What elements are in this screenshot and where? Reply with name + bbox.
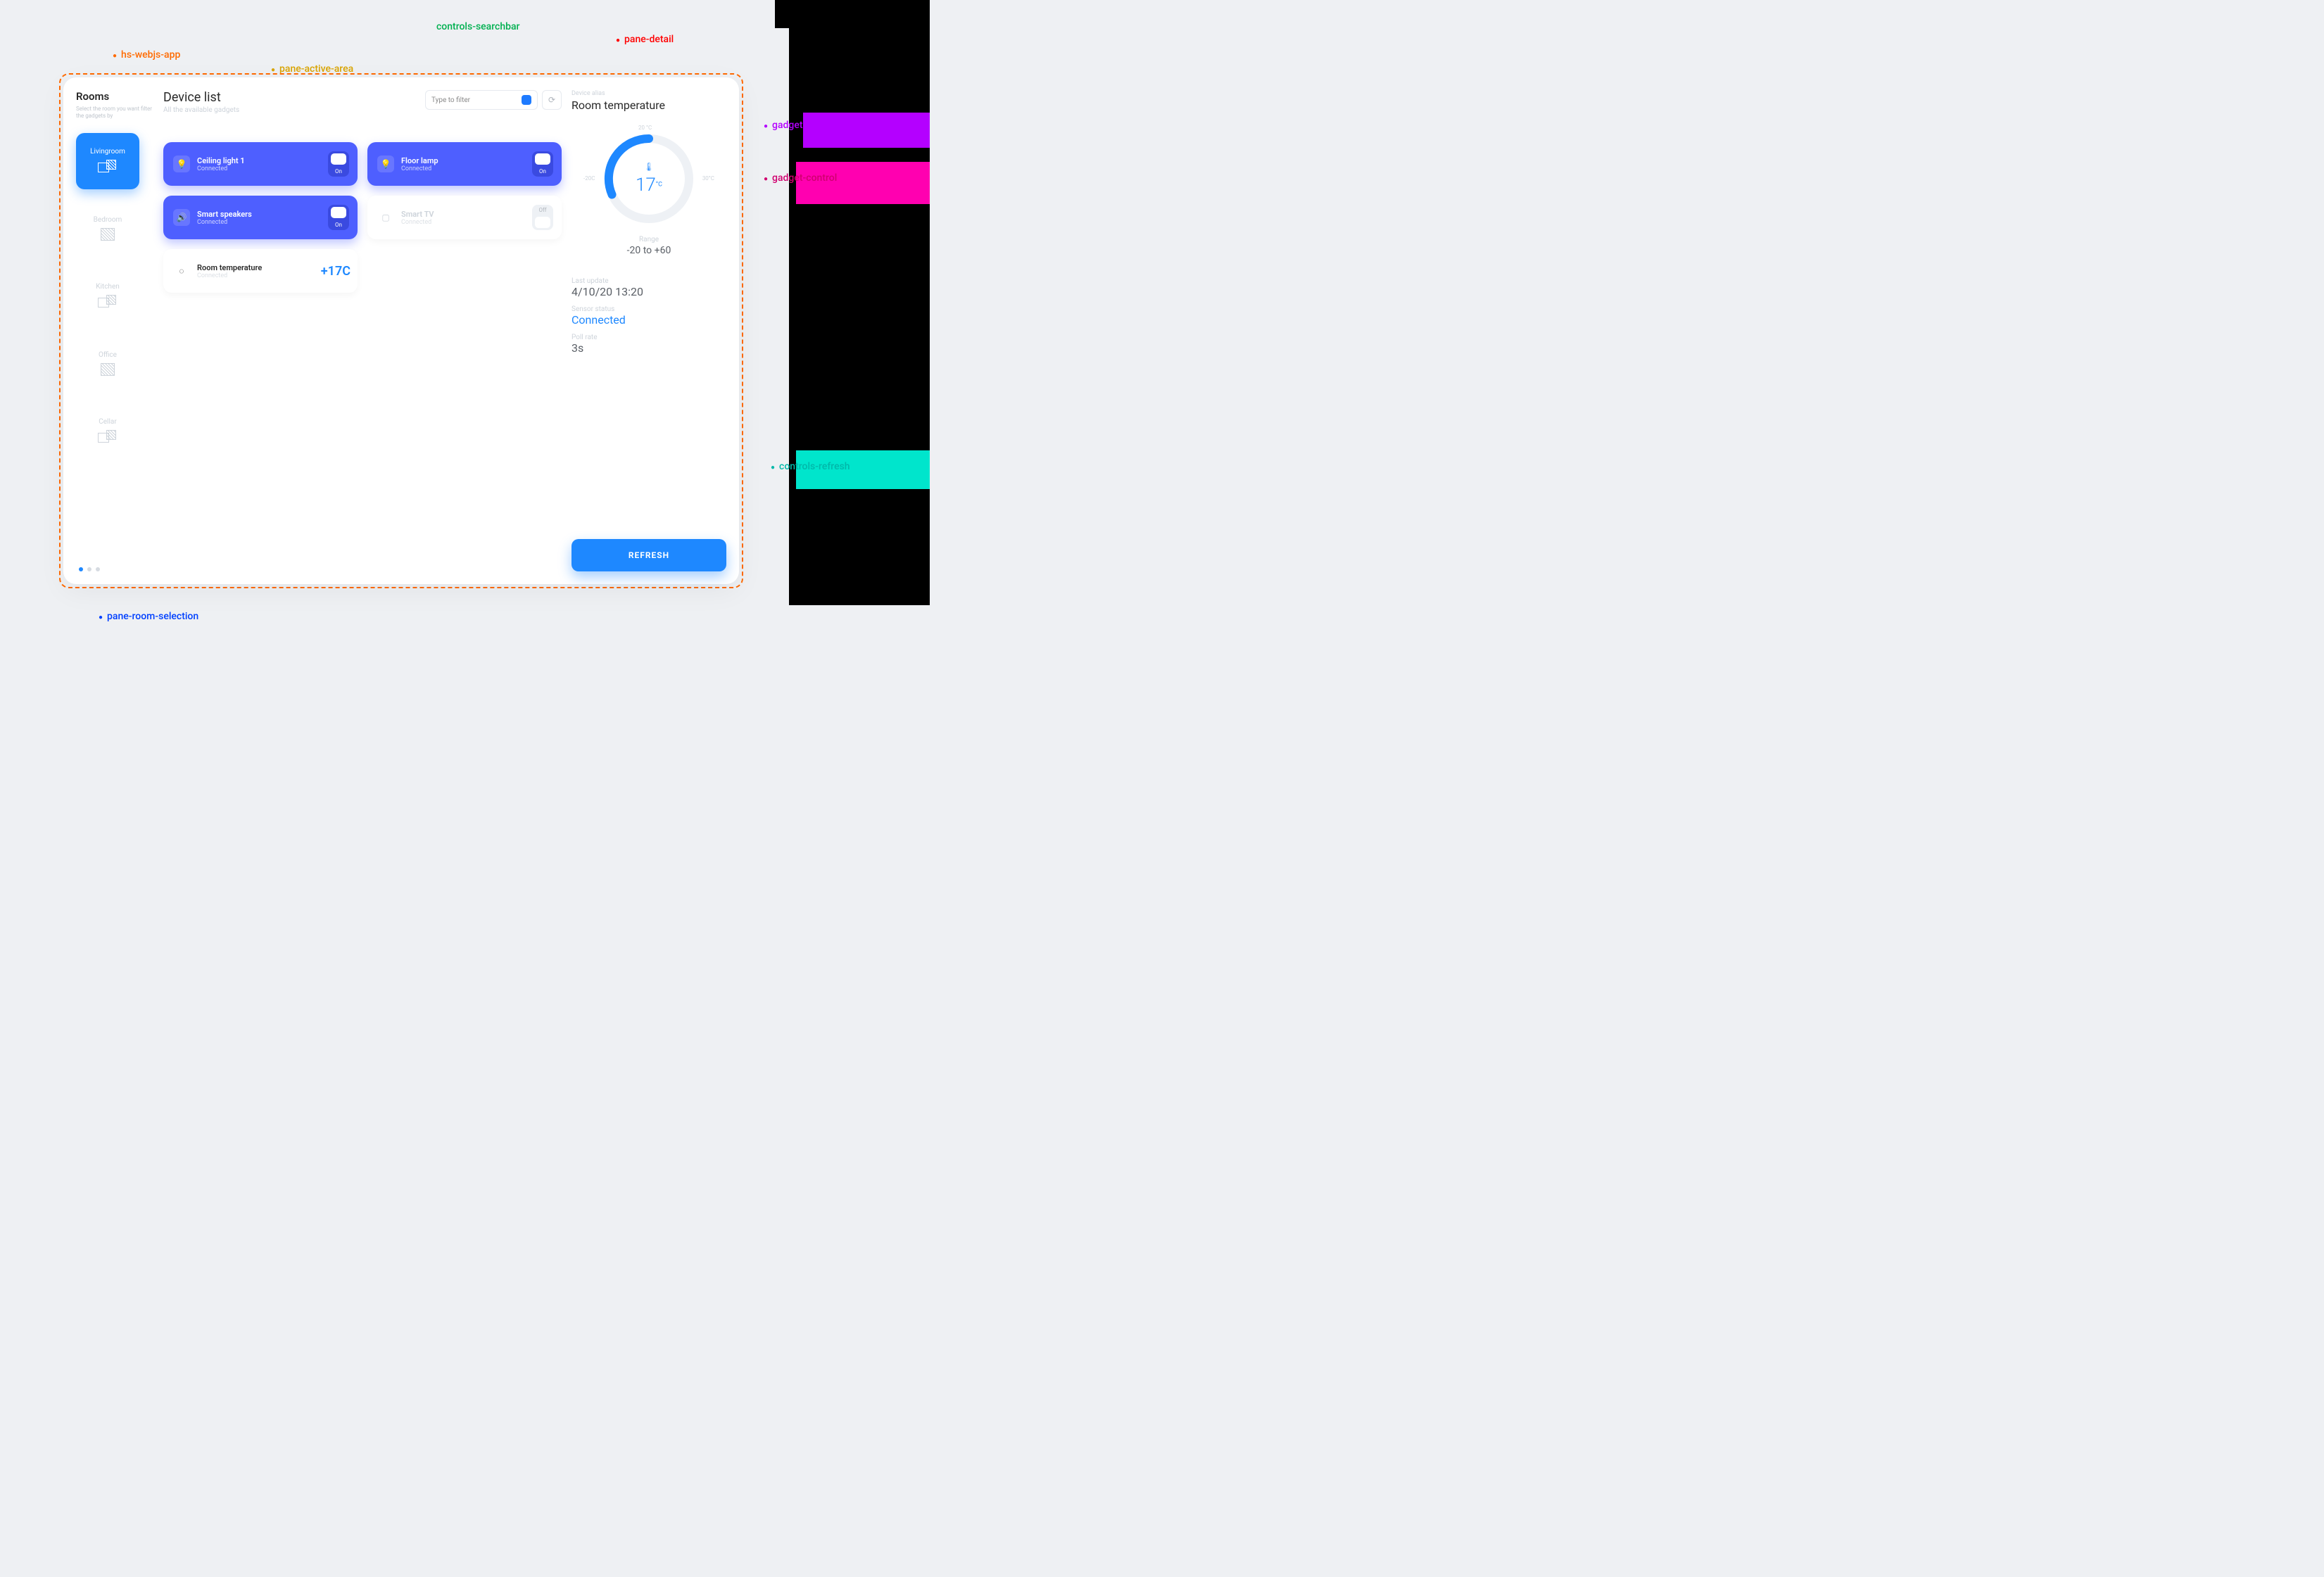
card-status: Connected: [197, 219, 320, 226]
gadget-control: 🌡 17°C 20 °C -20C 30°C Range -20 to +60: [571, 126, 726, 256]
rooms-subtitle: Select the room you want filter the gadg…: [76, 106, 153, 120]
temperature-gauge[interactable]: 🌡 17°C 20 °C -20C 30°C: [596, 126, 702, 232]
room-icon: [101, 228, 115, 241]
room-icon: [98, 160, 118, 174]
gadget-card-floor-lamp[interactable]: 💡 Floor lamp Connected On: [367, 142, 562, 186]
gauge-tick-left: -20C: [583, 175, 595, 182]
pager-dot[interactable]: [79, 567, 83, 571]
room-label: Cellar: [99, 418, 117, 426]
gadget-card-room-temperature[interactable]: ◌ Room temperature Connected +17C: [163, 249, 358, 293]
pager-dot[interactable]: [96, 567, 100, 571]
search-placeholder: Type to filter: [431, 96, 470, 104]
range-value: -20 to +60: [627, 245, 671, 256]
pane-detail: Device alias Room temperature 🌡 17°C 20 …: [571, 90, 726, 571]
last-update-value: 4/10/20 13:20: [571, 285, 726, 298]
rooms-title: Rooms: [76, 90, 153, 103]
search-submit-icon[interactable]: [522, 95, 531, 105]
room-card-livingroom[interactable]: Livingroom: [76, 133, 139, 189]
room-icon: [98, 295, 118, 309]
poll-rate-value: 3s: [571, 341, 726, 355]
card-name: Smart TV: [401, 210, 524, 219]
device-list-title: Device list: [163, 90, 425, 105]
anno-app: hs-webjs-app: [113, 49, 180, 61]
last-update-label: Last update: [571, 277, 726, 285]
gauge-tick-right: 30°C: [702, 175, 714, 182]
alias-label: Device alias: [571, 90, 726, 97]
thermometer-icon: 🌡: [643, 162, 654, 172]
light-icon: 💡: [173, 156, 190, 172]
card-status: Connected: [197, 165, 320, 172]
room-label: Bedroom: [94, 216, 122, 224]
alias-value: Room temperature: [571, 99, 726, 112]
search-input[interactable]: Type to filter: [425, 90, 538, 110]
switch-label: On: [532, 168, 553, 175]
gadget-card-ceiling-light[interactable]: 💡 Ceiling light 1 Connected On: [163, 142, 358, 186]
gadget-detail-name: Device alias Room temperature: [571, 90, 726, 112]
controls-reset[interactable]: ⟳: [542, 90, 562, 110]
gauge-unit: °C: [656, 182, 662, 189]
pane-room-selection: Rooms Select the room you want filter th…: [76, 90, 153, 571]
room-label: Kitchen: [96, 283, 120, 291]
controls-refresh[interactable]: REFRESH: [571, 539, 726, 571]
speaker-icon: 🔊: [173, 209, 190, 226]
pane-gadget-list: Device list All the available gadgets Ty…: [163, 90, 562, 571]
anno-detail: pane-detail: [616, 34, 674, 45]
room-card-bedroom[interactable]: Bedroom: [76, 201, 139, 257]
switch-label: Off: [532, 207, 553, 213]
thermometer-icon: ◌: [173, 262, 190, 279]
gadget-card-control[interactable]: On: [327, 205, 351, 230]
card-name: Ceiling light 1: [197, 156, 320, 165]
anno-detail-control: gadget-control: [764, 172, 837, 184]
card-status: Connected: [197, 272, 314, 279]
pane-active-area: Device list All the available gadgets Ty…: [163, 90, 726, 571]
room-icon: [101, 363, 115, 376]
sensor-value: +17C: [321, 264, 351, 279]
card-name: Smart speakers: [197, 210, 320, 219]
room-label: Office: [99, 351, 117, 359]
device-list-subtitle: All the available gadgets: [163, 106, 425, 114]
room-card-office[interactable]: Office: [76, 336, 139, 392]
tv-icon: ▢: [377, 209, 394, 226]
controls-searchbar: Type to filter ⟳: [425, 90, 562, 110]
range-label: Range: [639, 236, 659, 243]
refresh-label: REFRESH: [629, 550, 669, 560]
controls-pager[interactable]: [76, 567, 153, 571]
card-name: Room temperature: [197, 263, 314, 272]
reset-icon: ⟳: [548, 95, 555, 105]
gadget-card-smart-tv[interactable]: ▢ Smart TV Connected Off: [367, 196, 562, 239]
sensor-status-value: Connected: [571, 313, 726, 327]
anno-refresh: controls-refresh: [771, 461, 850, 472]
switch-label: On: [328, 168, 349, 175]
gadget-card-smart-speakers[interactable]: 🔊 Smart speakers Connected On: [163, 196, 358, 239]
anno-room-pane: pane-room-selection: [99, 611, 198, 622]
gadget-control-compact-switch[interactable]: On: [531, 151, 555, 177]
room-label: Livingroom: [90, 148, 125, 156]
anno-searchbar: controls-searchbar: [436, 21, 519, 32]
poll-rate-label: Poll rate: [571, 334, 726, 341]
light-icon: 💡: [377, 156, 394, 172]
room-card-kitchen[interactable]: Kitchen: [76, 268, 139, 324]
gadget-card-control[interactable]: Off: [531, 205, 555, 230]
card-status: Connected: [401, 165, 524, 172]
anno-detail-name: gadget-detail-name: [764, 120, 859, 131]
card-name: Floor lamp: [401, 156, 524, 165]
gauge-tick-top: 20 °C: [638, 125, 652, 131]
room-list: Livingroom Bedroom Kitchen Office Cellar: [76, 133, 153, 460]
hs-webjs-app: Rooms Select the room you want filter th…: [63, 77, 739, 584]
gadget-card-control[interactable]: On: [327, 151, 351, 177]
room-card-cellar[interactable]: Cellar: [76, 403, 139, 460]
sensor-status-label: Sensor status: [571, 305, 726, 313]
card-status: Connected: [401, 219, 524, 226]
anno-active-area: pane-active-area: [271, 63, 353, 75]
pager-dot[interactable]: [87, 567, 91, 571]
gauge-value: 17: [636, 175, 656, 196]
switch-label: On: [328, 222, 349, 228]
room-icon: [98, 430, 118, 444]
